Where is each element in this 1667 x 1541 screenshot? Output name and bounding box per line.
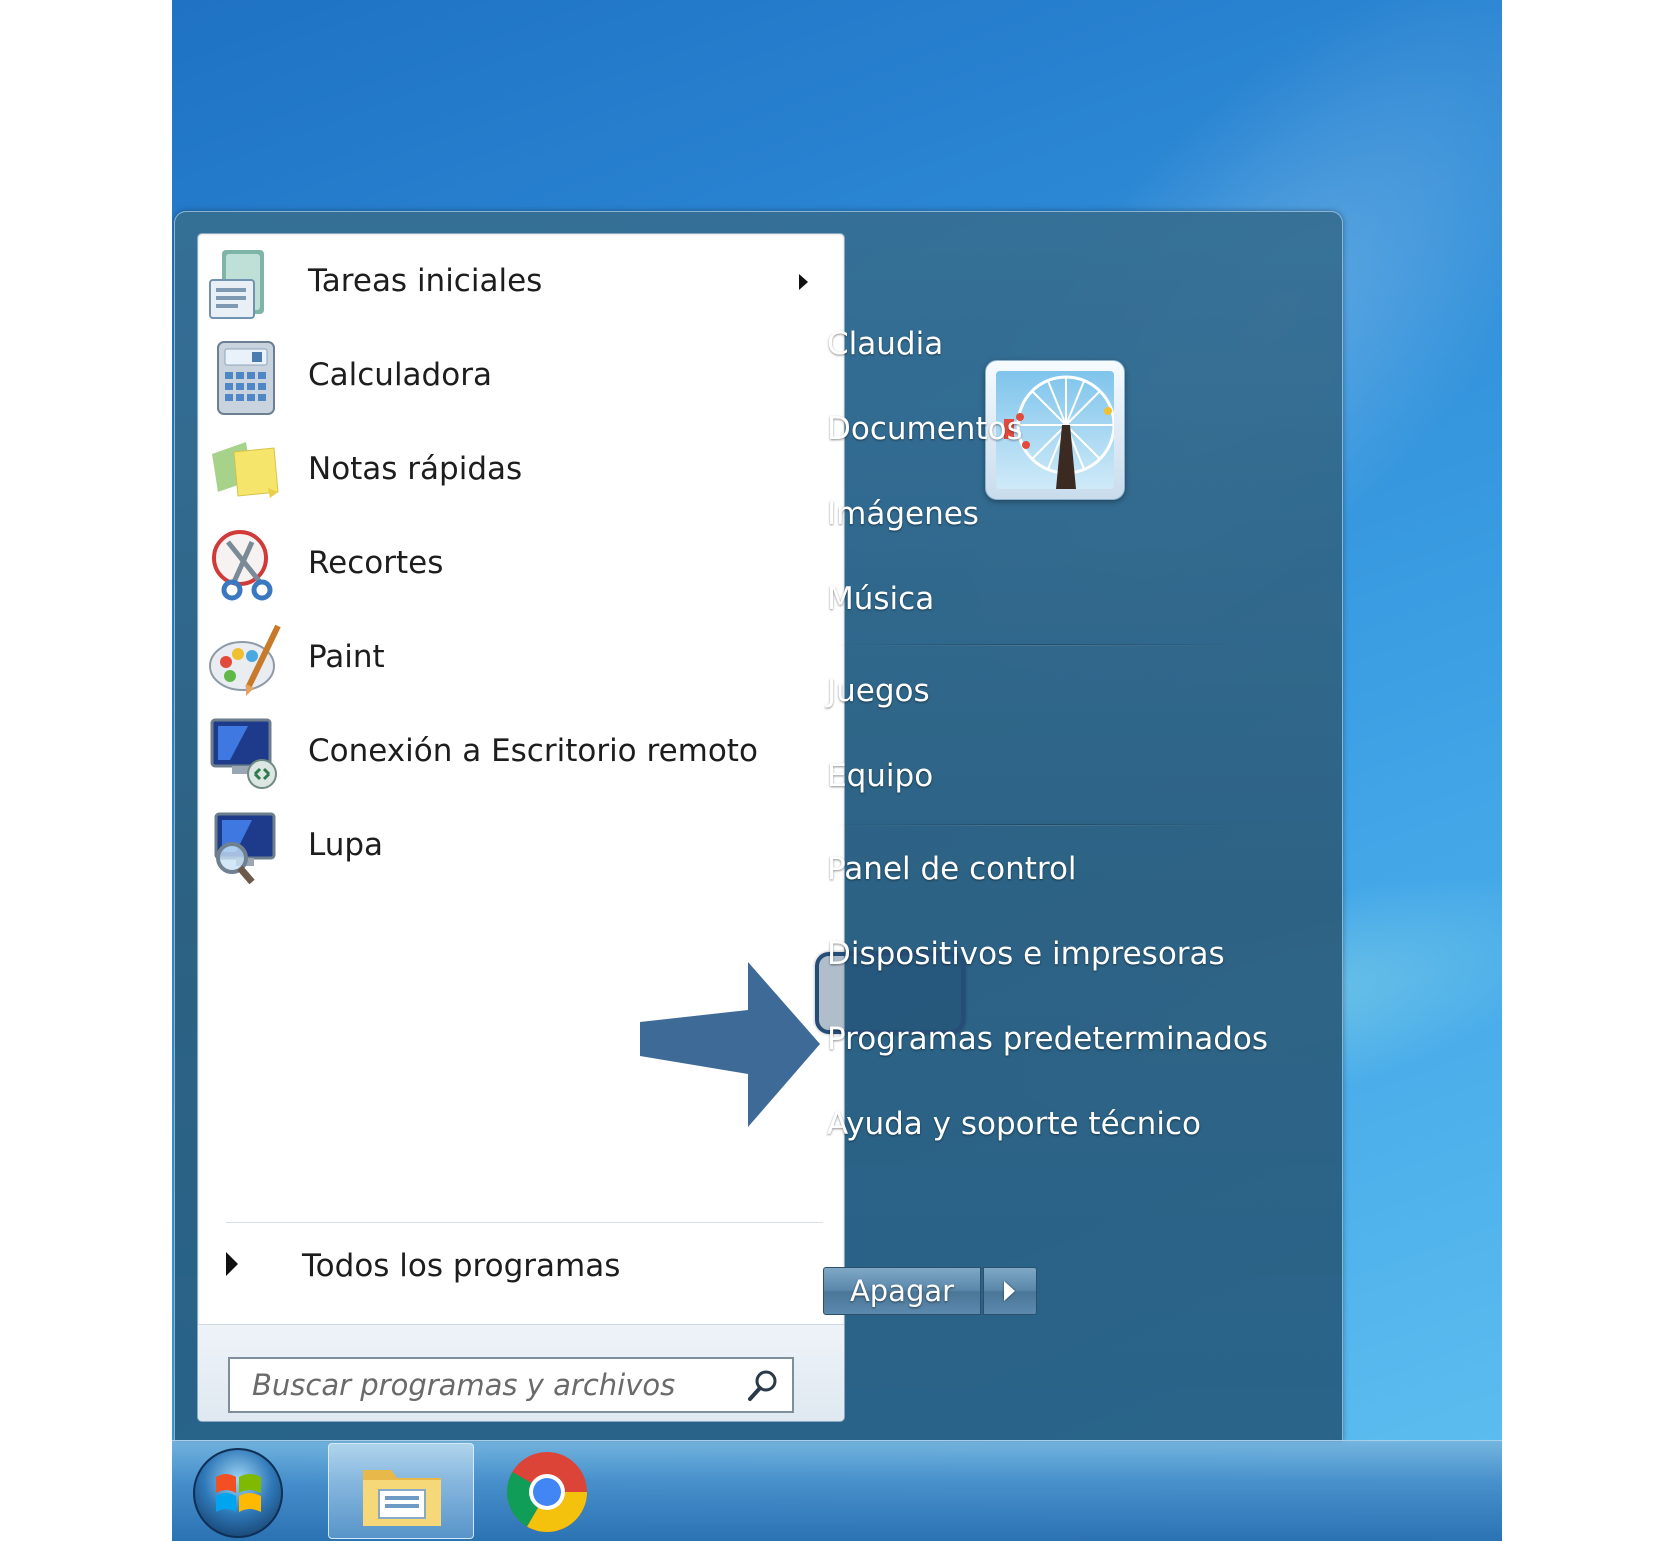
- remote-desktop-icon: [210, 718, 277, 789]
- search-area: [198, 1324, 844, 1421]
- all-programs-label: Todos los programas: [302, 1248, 621, 1284]
- all-programs-button[interactable]: Todos los programas: [208, 1232, 828, 1300]
- link-documentos[interactable]: Documentos: [819, 399, 1031, 459]
- program-item-tareas-iniciales[interactable]: Tareas iniciales: [206, 234, 836, 328]
- program-item-lupa[interactable]: Lupa: [206, 798, 836, 892]
- snipping-tool-icon: [212, 530, 273, 601]
- divider: [226, 1222, 823, 1223]
- link-dispositivos-e-impresoras[interactable]: Dispositivos e impresoras: [819, 924, 1233, 984]
- desktop: Tareas iniciales Calculadora Notas rápid…: [172, 0, 1502, 1541]
- link-programas-predeterminados[interactable]: Programas predeterminados: [819, 1009, 1276, 1069]
- calculator-icon: [217, 341, 275, 415]
- divider: [835, 644, 1240, 646]
- program-label: Recortes: [308, 545, 444, 581]
- link-panel-de-control[interactable]: Panel de control: [819, 839, 1085, 899]
- program-label: Paint: [308, 639, 385, 675]
- program-label: Conexión a Escritorio remoto: [308, 733, 758, 769]
- link-juegos[interactable]: Juegos: [819, 661, 938, 721]
- link-musica[interactable]: Música: [819, 569, 942, 629]
- programs-pane: Tareas iniciales Calculadora Notas rápid…: [197, 233, 845, 1422]
- program-item-notas-rapidas[interactable]: Notas rápidas: [206, 422, 836, 516]
- program-item-escritorio-remoto[interactable]: Conexión a Escritorio remoto: [206, 704, 836, 798]
- link-imagenes[interactable]: Imágenes: [819, 484, 987, 544]
- link-user-folder[interactable]: Claudia: [819, 314, 951, 374]
- chevron-right-icon: [1004, 1281, 1015, 1301]
- start-menu: Tareas iniciales Calculadora Notas rápid…: [174, 211, 1343, 1442]
- taskbar: [172, 1440, 1502, 1541]
- search-icon[interactable]: [744, 1367, 782, 1405]
- getting-started-icon: [209, 250, 264, 319]
- link-ayuda-y-soporte[interactable]: Ayuda y soporte técnico: [819, 1094, 1209, 1154]
- shutdown-group: Apagar: [823, 1267, 1038, 1317]
- program-item-recortes[interactable]: Recortes: [206, 516, 836, 610]
- link-equipo[interactable]: Equipo: [819, 746, 941, 806]
- divider: [835, 824, 1240, 826]
- magnifier-icon: [214, 812, 276, 885]
- program-item-calculadora[interactable]: Calculadora: [206, 328, 836, 422]
- expand-arrow-icon: [226, 1252, 238, 1276]
- sticky-notes-icon: [212, 442, 279, 498]
- program-label: Calculadora: [308, 357, 492, 393]
- search-box[interactable]: [228, 1357, 794, 1413]
- shutdown-options-button[interactable]: [983, 1267, 1037, 1315]
- program-label: Notas rápidas: [308, 451, 523, 487]
- callout-arrow-icon: [640, 962, 820, 1127]
- program-item-paint[interactable]: Paint: [206, 610, 836, 704]
- start-orb[interactable]: [192, 1447, 284, 1539]
- search-input[interactable]: [230, 1359, 740, 1411]
- program-label: Lupa: [308, 827, 384, 863]
- paint-icon: [209, 624, 281, 696]
- windows-explorer-icon: [363, 1470, 441, 1526]
- program-label: Tareas iniciales: [308, 263, 543, 299]
- shutdown-button[interactable]: Apagar: [823, 1267, 981, 1315]
- submenu-arrow-icon[interactable]: [799, 274, 808, 290]
- chrome-icon[interactable]: [502, 1447, 592, 1537]
- windows-explorer-taskbar-button[interactable]: [328, 1443, 474, 1539]
